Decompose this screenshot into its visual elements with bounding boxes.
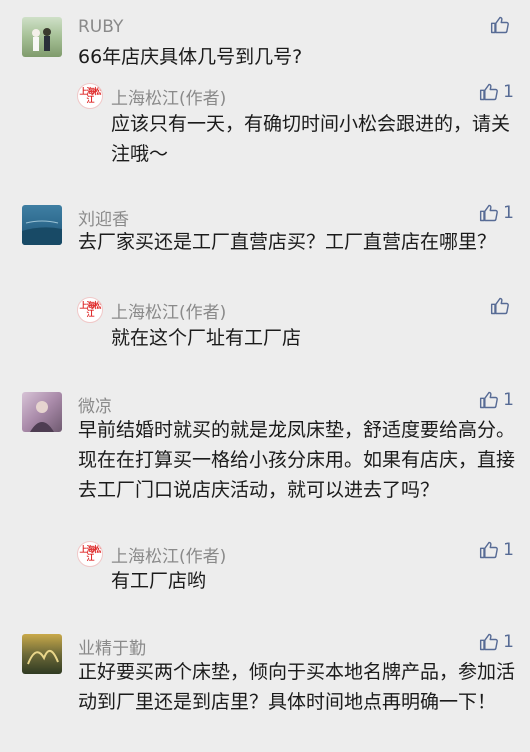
thumbs-up-icon	[480, 633, 499, 651]
like-button[interactable]: 1	[479, 390, 514, 410]
thumbs-up-icon	[480, 83, 499, 101]
reply-like-button[interactable]: 1	[479, 540, 514, 560]
comment-text: 正好要买两个床垫，倾向于买本地名牌产品，参加活动到厂里还是到店里？具体时间地点再…	[78, 661, 516, 713]
reply-text: 应该只有一天，有确切时间小松会跟进的，请关注哦～	[111, 113, 511, 165]
like-count: 1	[503, 632, 514, 652]
commenter-name[interactable]: 业精于勤	[78, 634, 146, 659]
reply-like-button[interactable]	[490, 296, 514, 316]
author-avatar[interactable]: 上海松江	[77, 83, 103, 109]
comment-text: 66年店庆具体几号到几号?	[78, 46, 303, 68]
author-avatar[interactable]: 上海松江	[77, 297, 103, 323]
like-button[interactable]: 1	[479, 632, 514, 652]
reply-like-button[interactable]: 1	[479, 82, 514, 102]
author-badge-text: 上海松江	[79, 87, 102, 104]
author-avatar[interactable]: 上海松江	[77, 541, 103, 567]
like-count: 1	[503, 390, 514, 410]
commenter-name[interactable]: 微凉	[78, 392, 112, 417]
like-count: 1	[503, 82, 514, 102]
avatar[interactable]	[22, 392, 62, 432]
avatar[interactable]	[22, 634, 62, 674]
avatar-image-icon	[30, 401, 54, 432]
comment-text: 早前结婚时就买的就是龙凤床垫，舒适度要给高分。现在在打算买一格给小孩分床用。如果…	[78, 419, 516, 501]
like-count: 1	[503, 203, 514, 223]
reply-author-name[interactable]: 上海松江(作者)	[111, 298, 226, 323]
thumbs-up-icon	[480, 541, 499, 559]
avatar-image-icon	[27, 650, 59, 665]
thumbs-up-icon	[490, 297, 509, 315]
comment-text: 去厂家买还是工厂直营店买？工厂直营店在哪里？	[78, 231, 497, 253]
avatar-image-icon	[22, 220, 62, 245]
thumbs-up-icon	[490, 16, 509, 34]
thumbs-up-icon	[480, 204, 499, 222]
author-badge-text: 上海松江	[79, 545, 102, 562]
reply-text: 就在这个厂址有工厂店	[111, 327, 302, 349]
reply-author-name[interactable]: 上海松江(作者)	[111, 542, 226, 567]
commenter-name[interactable]: RUBY	[78, 17, 123, 37]
like-button[interactable]	[490, 15, 514, 35]
avatar[interactable]	[22, 205, 62, 245]
author-badge-text: 上海松江	[79, 301, 102, 318]
avatar[interactable]	[22, 17, 62, 57]
like-button[interactable]: 1	[479, 203, 514, 223]
thumbs-up-icon	[480, 391, 499, 409]
avatar-image-icon	[32, 28, 51, 51]
like-count: 1	[503, 540, 514, 560]
reply-author-name[interactable]: 上海松江(作者)	[111, 84, 226, 109]
reply-text: 有工厂店哟	[111, 570, 207, 592]
